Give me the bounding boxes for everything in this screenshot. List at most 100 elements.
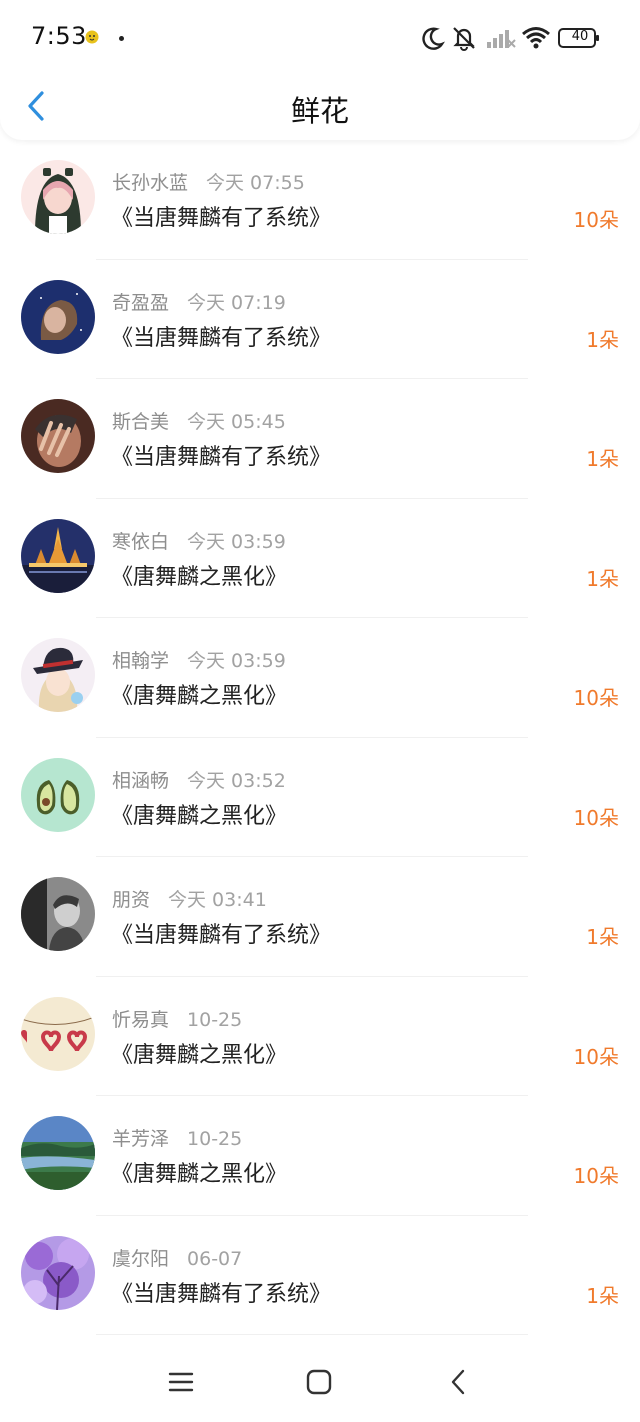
book-title: 《唐舞麟之黑化》 [111,684,288,709]
user-name: 寒依白 [112,530,170,553]
user-name: 虞尔阳 [112,1247,170,1270]
gift-time: 今天 07:55 [206,172,305,194]
flower-list: 长孙水蓝 今天 07:55 《当唐舞麟有了系统》 10朵 奇盈盈 今天 07:19 … [0,140,640,1335]
user-name: 奇盈盈 [112,291,170,314]
item-meta: 长孙水蓝 今天 07:55 [112,168,305,195]
system-nav-bar [0,1344,640,1422]
signal-icon [487,30,516,48]
avatar[interactable] [21,1235,95,1310]
item-meta: 寒依白 今天 03:59 [112,527,286,554]
flower-count: 10朵 [573,1044,619,1069]
book-title: 《当唐舞麟有了系统》 [111,325,332,351]
user-name: 相翰学 [112,650,170,672]
list-item[interactable]: 虞尔阳 06-07 《当唐舞麟有了系统》 1朵 [0,1215,640,1335]
status-bar: 7:53 40 [0,0,640,74]
gift-time: 今天 03:41 [168,889,267,911]
list-item[interactable]: 羊芳泽 10-25 《唐舞麟之黑化》 10朵 [0,1096,640,1216]
moon-icon [422,27,445,50]
flowers-page: 7:53 40 鲜花 长孙水蓝 今天 07:55 《当唐舞麟有了系统》 10朵 … [0,0,640,1422]
avocado-avatar [21,757,95,832]
status-time: 7:53 [31,22,87,50]
avatar[interactable] [21,518,95,593]
back-icon [451,1369,465,1395]
list-item[interactable]: 相涵畅 今天 03:52 《唐舞麟之黑化》 10朵 [0,737,640,857]
anime-hat-avatar [21,638,95,712]
list-item[interactable]: 寒依白 今天 03:59 《唐舞麟之黑化》 1朵 [0,498,640,618]
purple-blossom-avatar [21,1235,95,1310]
nav-home-button[interactable] [299,1362,339,1402]
page-title: 鲜花 [290,94,349,128]
gift-time: 今天 05:45 [187,411,286,433]
user-name: 相涵畅 [112,769,170,792]
user-name: 朋资 [112,889,151,911]
item-meta: 羊芳泽 10-25 [112,1124,242,1151]
header: 7:53 40 鲜花 [0,0,640,140]
book-title: 《当唐舞麟有了系统》 [111,445,332,470]
list-item[interactable]: 长孙水蓝 今天 07:55 《当唐舞麟有了系统》 10朵 [0,140,640,260]
list-item[interactable]: 奇盈盈 今天 07:19 《当唐舞麟有了系统》 1朵 [0,259,640,379]
avatar[interactable] [21,757,95,832]
list-item[interactable]: 朋资 今天 03:41 《当唐舞麟有了系统》 1朵 [0,857,640,977]
avatar[interactable] [21,1116,95,1190]
book-title: 《当唐舞麟有了系统》 [111,206,332,231]
avatar[interactable] [21,279,95,354]
avatar[interactable] [21,399,95,473]
nav-menu-button[interactable] [161,1362,201,1402]
avatar[interactable] [21,638,95,712]
bell-mute-icon [453,27,475,51]
item-meta: 忻易真 10-25 [112,1005,242,1032]
book-title: 《当唐舞麟有了系统》 [111,923,332,948]
flower-count: 10朵 [573,686,619,710]
user-name: 长孙水蓝 [112,172,189,194]
book-title: 《唐舞麟之黑化》 [111,803,288,829]
flower-count: 10朵 [573,208,619,232]
hearts-avatar [21,996,95,1071]
user-name: 羊芳泽 [112,1128,170,1150]
title-bar: 鲜花 [0,74,640,138]
flower-count: 1朵 [586,327,619,352]
item-meta: 朋资 今天 03:41 [112,885,267,912]
avatar[interactable] [21,160,95,234]
user-name: 斯合美 [112,411,170,433]
status-dot [119,36,124,41]
hand-face-avatar [21,399,95,473]
flower-count: 10朵 [573,805,619,830]
gift-time: 今天 03:59 [187,650,286,672]
avatar[interactable] [21,996,95,1071]
home-icon [306,1369,332,1395]
temple-night-avatar [21,518,95,593]
list-item[interactable]: 相翰学 今天 03:59 《唐舞麟之黑化》 10朵 [0,618,640,738]
gift-time: 10-25 [187,1128,243,1150]
flower-count: 1朵 [586,447,619,471]
avatar[interactable] [21,877,95,951]
nav-back-button[interactable] [438,1362,478,1402]
battery-level: 40 [571,29,589,44]
menu-icon [168,1372,194,1392]
wifi-icon [522,27,550,49]
flower-count: 1朵 [586,566,619,591]
notification-bird-icon [85,30,99,44]
gift-time: 今天 03:52 [187,769,286,792]
gift-time: 10-25 [187,1008,243,1031]
list-item[interactable]: 斯合美 今天 05:45 《当唐舞麟有了系统》 1朵 [0,379,640,499]
item-meta: 斯合美 今天 05:45 [112,407,286,434]
bw-portrait-avatar [21,877,95,951]
night-portrait-avatar [21,279,95,354]
book-title: 《唐舞麟之黑化》 [111,1042,288,1068]
book-title: 《唐舞麟之黑化》 [111,1162,288,1187]
divider [96,1334,528,1335]
book-title: 《当唐舞麟有了系统》 [111,1281,332,1307]
list-item[interactable]: 忻易真 10-25 《唐舞麟之黑化》 10朵 [0,976,640,1096]
book-title: 《唐舞麟之黑化》 [111,564,288,590]
gift-time: 今天 03:59 [187,530,286,553]
item-meta: 相翰学 今天 03:59 [112,646,286,673]
anime-girl-avatar [21,160,95,234]
item-meta: 相涵畅 今天 03:52 [112,766,286,793]
item-meta: 虞尔阳 06-07 [112,1244,242,1271]
user-name: 忻易真 [112,1008,170,1031]
item-meta: 奇盈盈 今天 07:19 [112,288,286,315]
flower-count: 1朵 [586,925,619,949]
gift-time: 06-07 [187,1247,243,1270]
landscape-avatar [21,1116,95,1190]
flower-count: 10朵 [573,1164,619,1188]
